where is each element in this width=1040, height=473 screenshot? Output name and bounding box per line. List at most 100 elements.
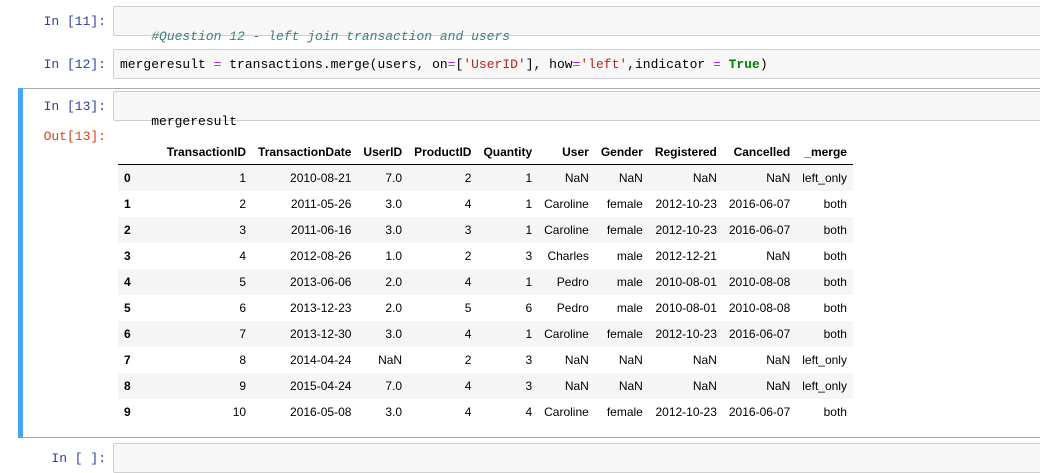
table-cell: 4 [464,327,472,341]
table-cell: male [616,275,643,289]
table-cell: 4 [525,405,533,419]
column-header: Gender [594,139,649,165]
table-cell: 3.0 [385,223,403,237]
table-row: 8 9 2015-04-24 7.0 4 3 NaN NaN NaN NaN left_only [118,373,853,399]
table-cell: 5 [464,301,472,315]
table-cell: both [823,405,847,419]
code-token: = [447,57,456,72]
table-cell: both [823,275,847,289]
code-token: 'UserID' [463,57,526,72]
column-header: TransactionID [160,139,253,165]
table-cell: 2016-06-07 [728,405,791,419]
table-row: 0 1 2010-08-21 7.0 2 1 NaN NaN NaN NaN left_only [118,164,853,191]
column-header: _merge [796,139,853,165]
table-cell: 1 [525,197,533,211]
column-header: TransactionDate [252,139,358,165]
table-cell: 2012-12-21 [655,249,717,263]
table-cell: 6 [239,301,247,315]
table-cell: 2.0 [385,301,403,315]
row-index: 5 [124,301,131,315]
table-cell: Pedro [556,301,589,315]
code-input-11[interactable]: #Question 12 - left join transaction and… [113,6,1040,44]
table-cell: 3 [525,379,533,393]
column-header: Quantity [477,139,539,165]
table-cell: 2016-06-07 [728,327,791,341]
column-header: User [538,139,595,165]
code-token: transactions.merge(users, on [221,57,448,72]
row-index: 9 [124,405,131,419]
table-cell: NaN [692,353,717,367]
row-index: 3 [124,249,131,263]
table-cell: both [823,327,847,341]
code-token: ) [759,57,768,72]
code-token: mergeresult [120,57,214,72]
table-cell: 2016-06-07 [728,223,791,237]
row-index: 1 [124,197,131,211]
table-cell: 2012-10-23 [655,197,717,211]
row-index: 0 [124,171,131,185]
column-header: Cancelled [722,139,797,165]
column-header: ProductID [408,139,478,165]
table-cell: both [823,197,847,211]
code-token: ,indicator [627,57,713,72]
table-cell: both [823,249,847,263]
table-cell: NaN [618,171,643,185]
code-token: = [713,57,721,72]
table-cell: 10 [232,405,247,419]
code-text: mergeresult [151,114,238,129]
table-cell: left_only [802,171,847,185]
table-cell: left_only [802,379,847,393]
table-cell: 3.0 [385,327,403,341]
row-index: 8 [124,379,131,393]
table-cell: Caroline [544,327,589,341]
column-header: Registered [648,139,723,165]
table-cell: 2 [464,353,472,367]
output-prompt-13: Out[13]: [43,129,106,144]
table-cell: 4 [464,197,472,211]
table-cell: 2012-08-26 [290,249,352,263]
table-cell: 2015-04-24 [290,379,352,393]
row-index: 2 [124,223,131,237]
table-cell: 3 [239,223,247,237]
table-cell: 2012-10-23 [655,327,717,341]
row-index: 6 [124,327,131,341]
table-row: 1 2 2011-05-26 3.0 4 1 Caroline female 2012-10-2… [118,191,853,217]
table-cell: both [823,223,847,237]
table-cell: 4 [464,379,472,393]
table-cell: Caroline [544,405,589,419]
row-index: 4 [124,275,131,289]
table-cell: female [606,327,643,341]
table-cell: 1 [525,223,533,237]
table-row: 5 6 2013-12-23 2.0 5 6 Pedro male 2010-08-01 2010… [118,295,853,321]
table-cell: 2 [239,197,247,211]
code-input-12[interactable]: mergeresult = transactions.merge(users, … [113,49,1040,79]
table-cell: 2012-10-23 [655,223,717,237]
code-input-empty[interactable] [113,443,1040,473]
table-cell: 4 [464,275,472,289]
table-cell: 3 [464,223,472,237]
table-cell: 2016-06-07 [728,197,791,211]
table-cell: 3 [525,353,533,367]
table-cell: 7.0 [385,171,403,185]
table-cell: NaN [564,379,589,393]
code-input-13[interactable]: mergeresult [113,91,1040,129]
row-index: 7 [124,353,131,367]
dataframe-output: TransactionID TransactionDate UserID Pro… [118,139,853,425]
table-row: 3 4 2012-08-26 1.0 2 3 Charles male 2012-12-21 Na… [118,243,853,269]
table-row: 7 8 2014-04-24 NaN 2 3 NaN NaN NaN NaN left_only [118,347,853,373]
code-comment: #Question 12 - left join transaction and… [151,29,511,44]
table-cell: 6 [525,301,533,315]
table-cell: male [616,301,643,315]
table-cell: 4 [239,249,247,263]
table-cell: NaN [692,379,717,393]
table-cell: 2010-08-01 [655,275,717,289]
table-cell: NaN [766,379,791,393]
table-cell: 2013-06-06 [290,275,352,289]
table-cell: 1 [525,275,533,289]
table-cell: 7.0 [385,379,403,393]
table-cell: female [606,223,643,237]
table-cell: NaN [766,249,791,263]
table-cell: NaN [564,353,589,367]
table-cell: 2011-05-26 [290,197,352,211]
index-header [118,139,161,165]
